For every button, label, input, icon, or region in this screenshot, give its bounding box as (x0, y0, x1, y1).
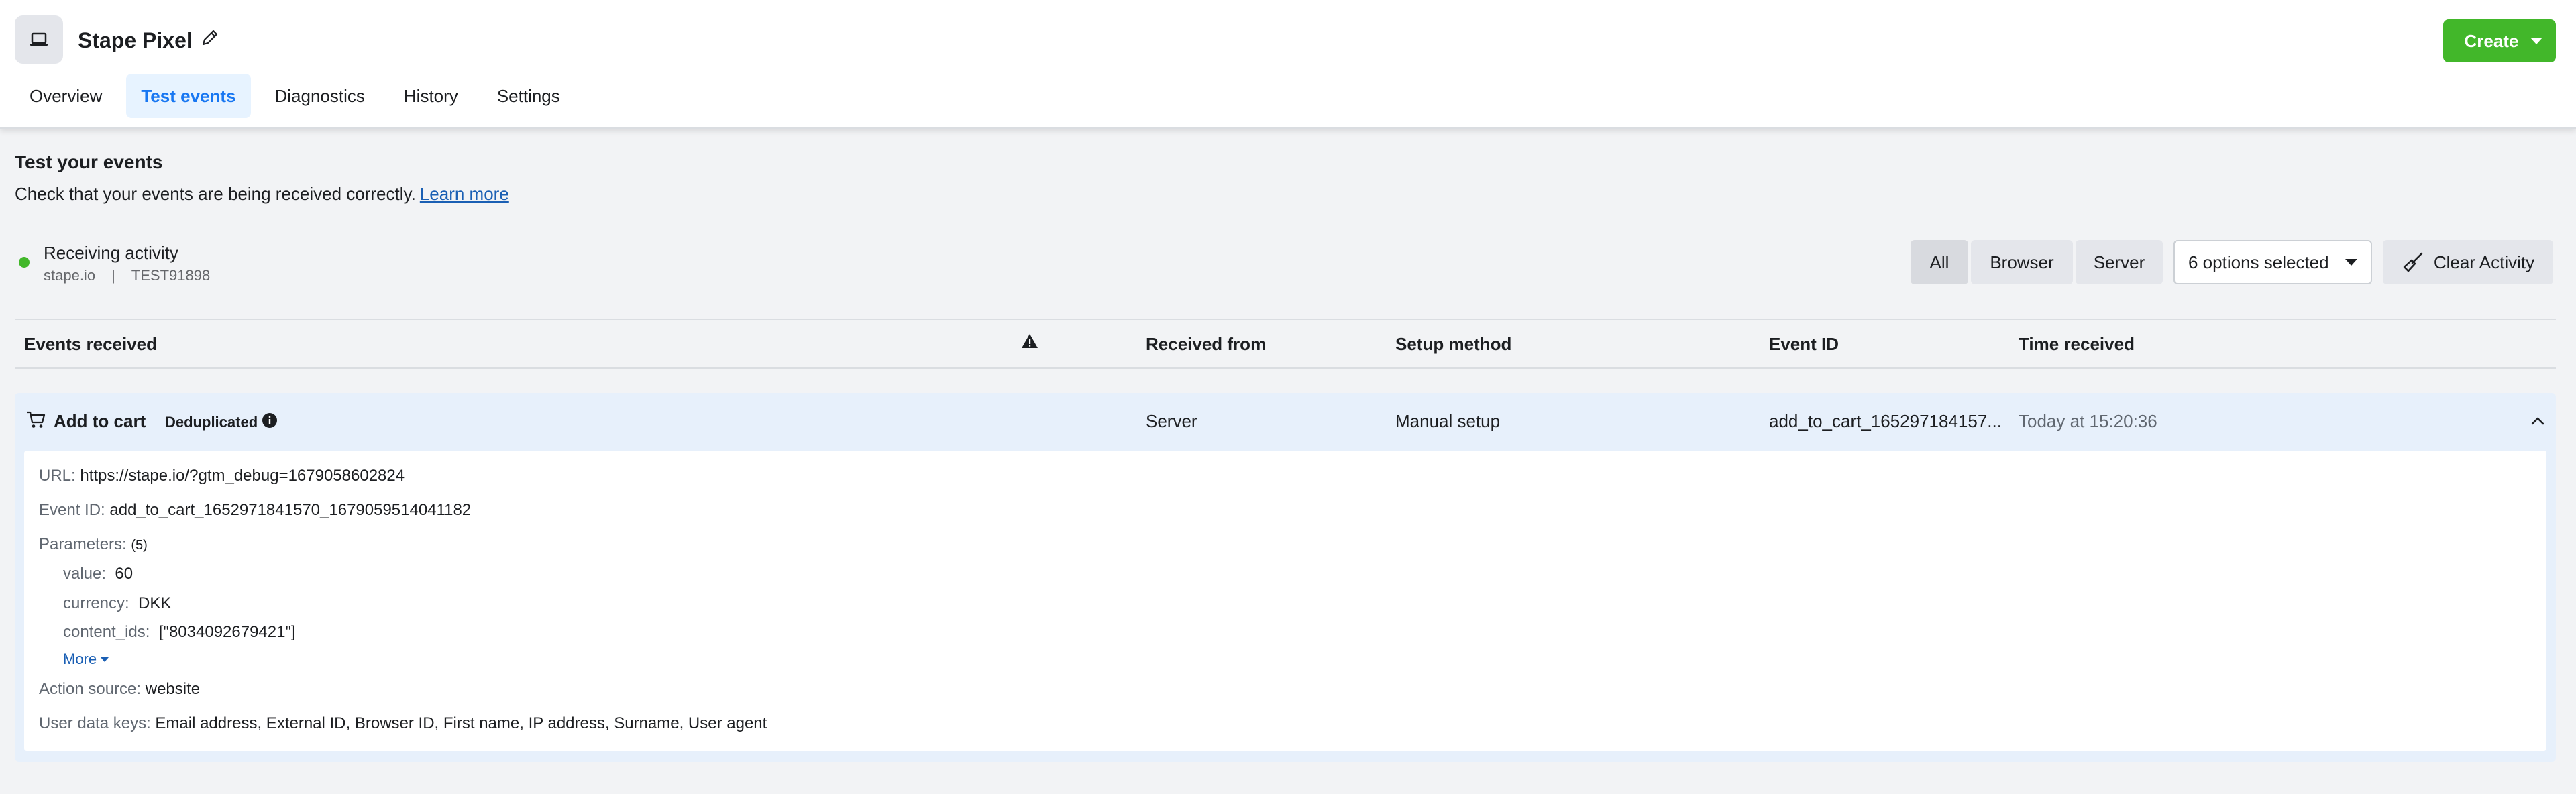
param-key: currency: (63, 594, 129, 612)
param-value: 60 (115, 565, 133, 583)
tab-history[interactable]: History (389, 74, 473, 118)
caret-down-icon (101, 657, 109, 662)
param-value: ["8034092679421"] (158, 623, 296, 641)
filter-server-button[interactable]: Server (2076, 240, 2163, 284)
detail-action-source: Action source: website (39, 679, 200, 700)
tab-settings[interactable]: Settings (482, 74, 575, 118)
activity-source: stape.io | TEST91898 (44, 266, 210, 285)
detail-parameters: Parameters: (5) (39, 534, 148, 556)
received-from-cell: Server (1146, 411, 1197, 431)
clear-activity-button[interactable]: Clear Activity (2383, 240, 2553, 284)
filter-all-button[interactable]: All (1911, 240, 1968, 284)
event-type-select[interactable]: 6 options selected (2174, 240, 2372, 284)
param-row: content_ids: ["8034092679421"] (63, 622, 296, 643)
detail-parameters-count: (5) (131, 538, 148, 553)
event-details-panel (24, 451, 2546, 751)
activity-separator: | (111, 267, 115, 284)
page-header: Stape Pixel Create Overview Test events … (0, 0, 2576, 129)
caret-down-icon (2530, 38, 2543, 44)
setup-method-cell: Manual setup (1395, 411, 1501, 431)
detail-parameters-key: Parameters: (39, 535, 127, 553)
event-id-cell: add_to_cart_165297184157... (1769, 411, 2002, 431)
detail-user-data-value: Email address, External ID, Browser ID, … (155, 714, 767, 732)
event-name: Add to cart (54, 411, 146, 431)
warning-icon (1022, 334, 1038, 348)
section-title: Test your events (15, 152, 163, 172)
detail-event-id-key: Event ID: (39, 501, 105, 519)
detail-user-data-key: User data keys: (39, 714, 151, 732)
filter-browser-button[interactable]: Browser (1971, 240, 2073, 284)
time-received-cell: Today at 15:20:36 (2019, 411, 2157, 431)
laptop-icon (15, 15, 63, 64)
detail-action-source-value: website (145, 680, 201, 698)
detail-url: URL: https://stape.io/?gtm_debug=1679058… (39, 465, 405, 487)
param-value: DKK (138, 594, 172, 612)
param-row: currency: DKK (63, 593, 171, 614)
deduplicated-badge: Deduplicated (165, 414, 258, 431)
more-parameters-link[interactable]: More (63, 648, 109, 670)
detail-url-value: https://stape.io/?gtm_debug=167905860282… (80, 467, 405, 485)
page-title: Stape Pixel (78, 28, 193, 52)
param-key: content_ids: (63, 623, 150, 641)
column-event-id: Event ID (1769, 334, 1839, 354)
tab-test-events[interactable]: Test events (126, 74, 251, 118)
clear-activity-label: Clear Activity (2433, 251, 2535, 272)
create-button[interactable]: Create (2443, 19, 2556, 62)
divider (15, 319, 2556, 320)
param-key: value: (63, 565, 107, 583)
detail-event-id: Event ID: add_to_cart_1652971841570_1679… (39, 500, 471, 521)
tab-bar: Overview Test events Diagnostics History… (15, 74, 584, 118)
tab-diagnostics[interactable]: Diagnostics (260, 74, 380, 118)
param-row: value: 60 (63, 563, 133, 585)
event-type-select-value: 6 options selected (2188, 251, 2329, 272)
create-button-label: Create (2464, 30, 2519, 51)
detail-user-data-keys: User data keys: Email address, External … (39, 713, 767, 734)
activity-test-code: TEST91898 (131, 267, 211, 284)
divider (15, 367, 2556, 369)
column-events-received: Events received (24, 334, 158, 354)
caret-down-icon (2345, 259, 2357, 266)
activity-domain: stape.io (44, 267, 96, 284)
column-time-received: Time received (2019, 334, 2135, 354)
shopping-cart-icon (27, 411, 46, 428)
detail-event-id-value: add_to_cart_1652971841570_16790595140411… (109, 501, 472, 519)
section-description: Check that your events are being receive… (15, 182, 509, 205)
description-text: Check that your events are being receive… (15, 184, 416, 204)
more-label: More (63, 650, 97, 667)
detail-action-source-key: Action source: (39, 680, 142, 698)
learn-more-link[interactable]: Learn more (420, 184, 509, 204)
status-dot-icon (19, 257, 30, 268)
activity-status: Receiving activity (44, 243, 178, 263)
broom-icon (2403, 252, 2423, 272)
detail-url-key: URL: (39, 467, 76, 485)
pencil-icon[interactable] (199, 27, 221, 48)
tab-overview[interactable]: Overview (15, 74, 117, 118)
column-received-from: Received from (1146, 334, 1267, 354)
info-icon[interactable] (261, 412, 278, 429)
column-setup-method: Setup method (1395, 334, 1512, 354)
chevron-up-icon[interactable] (2530, 414, 2546, 428)
